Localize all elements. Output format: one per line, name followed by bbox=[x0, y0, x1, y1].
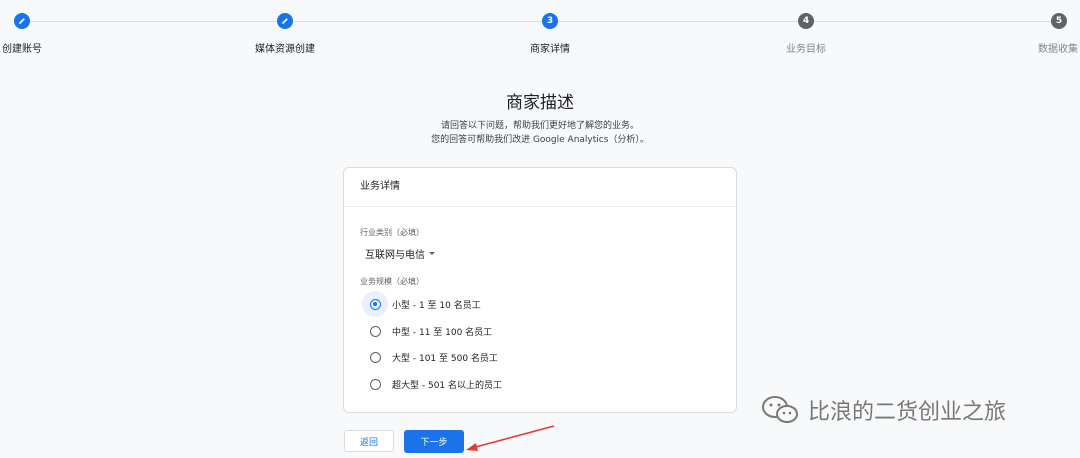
size-option-label: 中型 - 11 至 100 名员工 bbox=[392, 327, 493, 338]
caret-down-icon bbox=[429, 252, 435, 255]
size-option-label: 小型 - 1 至 10 名员工 bbox=[392, 300, 481, 311]
annotation-arrow-icon bbox=[466, 425, 555, 451]
pencil-icon bbox=[282, 18, 288, 24]
size-option-xlarge[interactable]: 超大型 - 501 名以上的员工 bbox=[362, 371, 502, 397]
radio-halo bbox=[362, 371, 388, 397]
subtitle-line-1: 请回答以下问题，帮助我们更好地了解您的业务。 bbox=[440, 121, 639, 131]
step-4-label: 业务目标 bbox=[786, 44, 826, 55]
industry-label: 行业类别（必填） bbox=[360, 228, 424, 237]
pencil-icon bbox=[19, 18, 25, 24]
industry-selected-value: 互联网与电信 bbox=[365, 250, 425, 261]
size-option-medium[interactable]: 中型 - 11 至 100 名员工 bbox=[362, 318, 492, 344]
step-3-circle: 3 bbox=[542, 13, 558, 29]
stepper-connector bbox=[814, 21, 1051, 22]
next-button[interactable]: 下一步 bbox=[404, 430, 464, 453]
page-subtitle: 请回答以下问题，帮助我们更好地了解您的业务。 您的回答可帮助我们改进 Googl… bbox=[0, 119, 1080, 147]
card-header: 业务详情 bbox=[344, 168, 736, 207]
step-3-label: 商家详情 bbox=[530, 44, 570, 55]
radio-unchecked-icon[interactable] bbox=[369, 325, 381, 337]
radio-checked-icon[interactable] bbox=[369, 298, 381, 310]
industry-dropdown[interactable]: 互联网与电信 bbox=[365, 246, 435, 261]
step-2-circle[interactable] bbox=[277, 13, 293, 29]
step-5-label: 数据收集 bbox=[1038, 44, 1078, 55]
step-2-label: 媒体资源创建 bbox=[255, 44, 315, 55]
stepper-connector bbox=[293, 21, 542, 22]
watermark-text: 比浪的二货创业之旅 bbox=[808, 400, 1007, 425]
step-1-label: 创建账号 bbox=[2, 44, 42, 55]
progress-stepper: 创建账号 媒体资源创建 3 商家详情 4 业务目标 5 数据收集 bbox=[0, 0, 1080, 60]
watermark: 比浪的二货创业之旅 bbox=[760, 394, 1006, 426]
radio-halo bbox=[362, 318, 388, 344]
radio-unchecked-icon[interactable] bbox=[369, 378, 381, 390]
size-option-label: 超大型 - 501 名以上的员工 bbox=[392, 380, 503, 391]
wechat-logo-icon bbox=[762, 396, 798, 423]
stepper-connector bbox=[558, 21, 798, 22]
size-option-small[interactable]: 小型 - 1 至 10 名员工 bbox=[362, 291, 481, 317]
radio-halo bbox=[362, 344, 388, 370]
business-details-card: 业务详情 行业类别（必填） 互联网与电信 业务规模（必填） 小型 - 1 至 1… bbox=[343, 167, 737, 413]
radio-halo bbox=[362, 291, 388, 317]
step-4-circle: 4 bbox=[798, 13, 814, 29]
page-title: 商家描述 bbox=[506, 93, 574, 113]
step-1-circle[interactable] bbox=[14, 13, 30, 29]
size-option-large[interactable]: 大型 - 101 至 500 名员工 bbox=[362, 344, 498, 370]
step-5-circle: 5 bbox=[1051, 13, 1067, 29]
radio-unchecked-icon[interactable] bbox=[369, 351, 381, 363]
size-option-label: 大型 - 101 至 500 名员工 bbox=[392, 353, 498, 364]
stepper-connector bbox=[30, 21, 277, 22]
back-button[interactable]: 返回 bbox=[344, 430, 394, 452]
subtitle-line-2: 您的回答可帮助我们改进 Google Analytics（分析）。 bbox=[431, 135, 649, 145]
business-size-label: 业务规模（必填） bbox=[360, 277, 424, 286]
